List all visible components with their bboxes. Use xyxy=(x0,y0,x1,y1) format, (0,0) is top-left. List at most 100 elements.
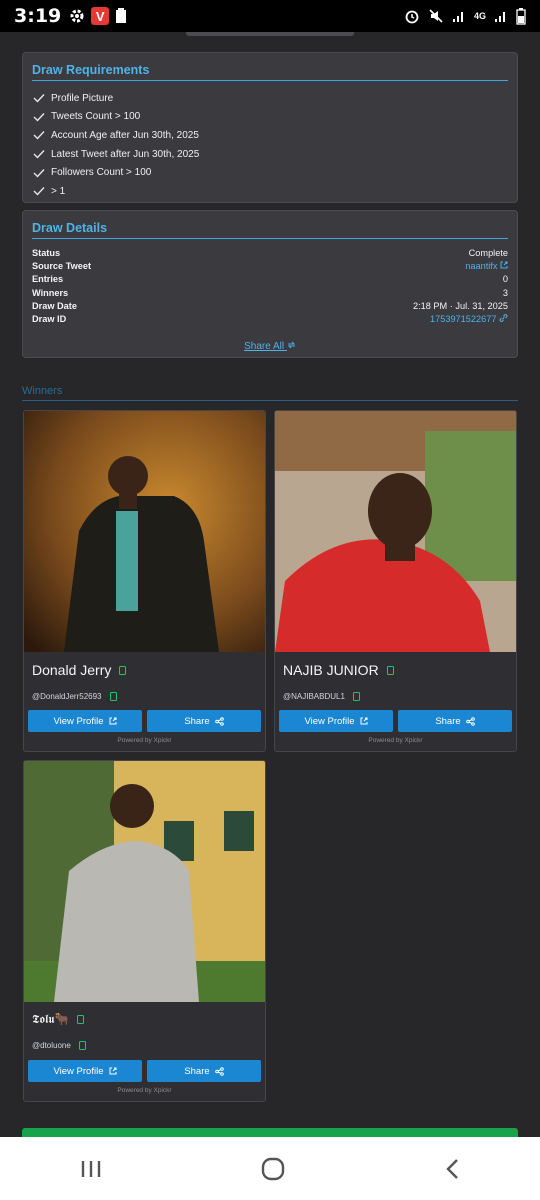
signal-icon-2 xyxy=(495,12,505,22)
requirement-item: Profile Picture xyxy=(33,89,507,108)
winner-name: NAJIB JUNIOR xyxy=(283,662,379,678)
alarm-icon xyxy=(405,10,419,24)
detail-link[interactable]: 1753971522677 xyxy=(430,314,508,327)
requirement-item: > 1 xyxy=(33,182,507,201)
copy-icon[interactable] xyxy=(77,1015,85,1024)
requirement-label: Latest Tweet after Jun 30th, 2025 xyxy=(51,148,200,160)
winner-card: NAJIB JUNIOR @NAJIBABDUL1 View Profile S… xyxy=(274,410,517,752)
share-icon xyxy=(465,716,475,726)
winner-photo xyxy=(275,411,516,652)
share-all-link[interactable]: Share All xyxy=(23,341,517,352)
requirement-item: Latest Tweet after Jun 30th, 2025 xyxy=(33,145,507,164)
details-table: Status Complete Source Tweet naantifx Entri… xyxy=(23,239,517,327)
detail-row: Entries 0 xyxy=(32,274,508,287)
network-type: 4G xyxy=(473,11,486,21)
detail-key: Source Tweet xyxy=(32,261,92,272)
requirements-list: Profile Picture Tweets Count > 100 Account… xyxy=(23,81,517,201)
detail-row: Status Complete xyxy=(32,248,508,261)
external-link-icon xyxy=(109,717,116,725)
detail-key: Winners xyxy=(32,287,69,298)
status-bar: 3:19 V 4G xyxy=(0,0,540,32)
share-all-label: Share All xyxy=(244,341,285,353)
winner-name: Donald Jerry xyxy=(32,662,112,678)
check-icon xyxy=(33,187,45,196)
view-profile-button[interactable]: View Profile xyxy=(28,1060,142,1082)
recents-icon[interactable] xyxy=(80,1159,102,1179)
share-button[interactable]: Share xyxy=(147,1060,261,1082)
requirements-title: Draw Requirements xyxy=(32,53,508,81)
requirement-label: Profile Picture xyxy=(51,92,114,104)
check-icon xyxy=(33,150,45,159)
link-icon xyxy=(499,314,508,322)
detail-row: Source Tweet naantifx xyxy=(32,261,508,274)
details-card: Draw Details Status Complete Source Tweet n… xyxy=(22,210,518,358)
share-button[interactable]: Share xyxy=(398,710,512,732)
copy-icon[interactable] xyxy=(386,665,394,675)
requirement-item: Followers Count > 100 xyxy=(33,163,507,182)
detail-value-text: Complete xyxy=(468,248,508,258)
check-icon xyxy=(33,168,45,178)
copy-icon[interactable] xyxy=(78,1041,86,1050)
back-icon[interactable] xyxy=(444,1158,460,1180)
detail-row: Winners 3 xyxy=(32,288,508,301)
winner-photo xyxy=(24,411,265,652)
share-icon xyxy=(214,716,224,726)
check-icon xyxy=(33,94,45,103)
view-profile-button[interactable]: View Profile xyxy=(28,710,142,732)
detail-value-text: naantifx xyxy=(465,261,498,272)
winner-card: 𝕿𝖔𝖑𝖚🐂 @dtoluone View Profile Share Power… xyxy=(23,760,266,1102)
check-icon xyxy=(33,131,45,140)
winner-handle: @dtoluone xyxy=(32,1041,71,1050)
detail-row: Draw Date 2:18 PM · Jul. 31, 2025 xyxy=(32,301,508,314)
requirement-label: Account Age after Jun 30th, 2025 xyxy=(51,129,199,141)
detail-value-text: 2:18 PM · Jul. 31, 2025 xyxy=(413,300,508,311)
detail-value-text: 1753971522677 xyxy=(430,313,497,324)
share-label: Share xyxy=(184,1065,210,1077)
external-link-icon xyxy=(109,1067,116,1075)
repost-icon xyxy=(287,341,296,349)
winner-handle: @DonaldJerr52693 xyxy=(32,692,102,701)
requirement-label: Followers Count > 100 xyxy=(51,167,152,179)
winner-card: Donald Jerry @DonaldJerr52693 View Profi… xyxy=(23,410,266,752)
mute-icon xyxy=(429,9,443,23)
powered-by: Powered by Xpickr xyxy=(117,1087,172,1094)
requirement-label: > 1 xyxy=(51,185,66,197)
detail-key: Status xyxy=(32,248,61,258)
winner-name: 𝕿𝖔𝖑𝖚🐂 xyxy=(32,1012,70,1026)
requirement-label: Tweets Count > 100 xyxy=(51,111,141,123)
share-label: Share xyxy=(184,715,210,727)
copy-icon[interactable] xyxy=(119,665,127,675)
share-icon xyxy=(214,1066,224,1076)
detail-link[interactable]: naantifx xyxy=(465,261,508,274)
share-button[interactable]: Share xyxy=(147,710,261,732)
winner-photo xyxy=(24,761,265,1002)
view-profile-label: View Profile xyxy=(53,715,104,727)
external-link-icon xyxy=(500,261,508,269)
vivaldi-icon: V xyxy=(91,7,110,25)
detail-value: Complete xyxy=(469,248,508,261)
detail-key: Draw Date xyxy=(32,300,77,311)
detail-value: 2:18 PM · Jul. 31, 2025 xyxy=(413,301,508,314)
view-profile-label: View Profile xyxy=(304,715,355,727)
copy-icon[interactable] xyxy=(109,692,117,701)
detail-value: 0 xyxy=(503,274,508,287)
gear-icon xyxy=(70,9,84,23)
drag-handle[interactable] xyxy=(186,32,354,36)
detail-value: 3 xyxy=(503,288,508,301)
winners-title: Winners xyxy=(22,385,518,401)
status-time: 3:19 xyxy=(14,5,62,27)
battery-icon xyxy=(516,7,526,25)
detail-value-text: 3 xyxy=(502,287,508,298)
detail-value-text: 0 xyxy=(502,274,508,285)
share-label: Share xyxy=(435,715,461,727)
powered-by: Powered by Xpickr xyxy=(117,737,172,744)
requirement-item: Tweets Count > 100 xyxy=(33,108,507,127)
detail-key: Entries xyxy=(32,274,64,285)
view-profile-button[interactable]: View Profile xyxy=(279,710,393,732)
copy-icon[interactable] xyxy=(352,692,360,701)
detail-key: Draw ID xyxy=(32,313,67,324)
navigation-bar xyxy=(0,1137,540,1200)
home-icon[interactable] xyxy=(261,1157,285,1181)
requirement-item: Account Age after Jun 30th, 2025 xyxy=(33,126,507,145)
check-icon xyxy=(33,112,45,122)
